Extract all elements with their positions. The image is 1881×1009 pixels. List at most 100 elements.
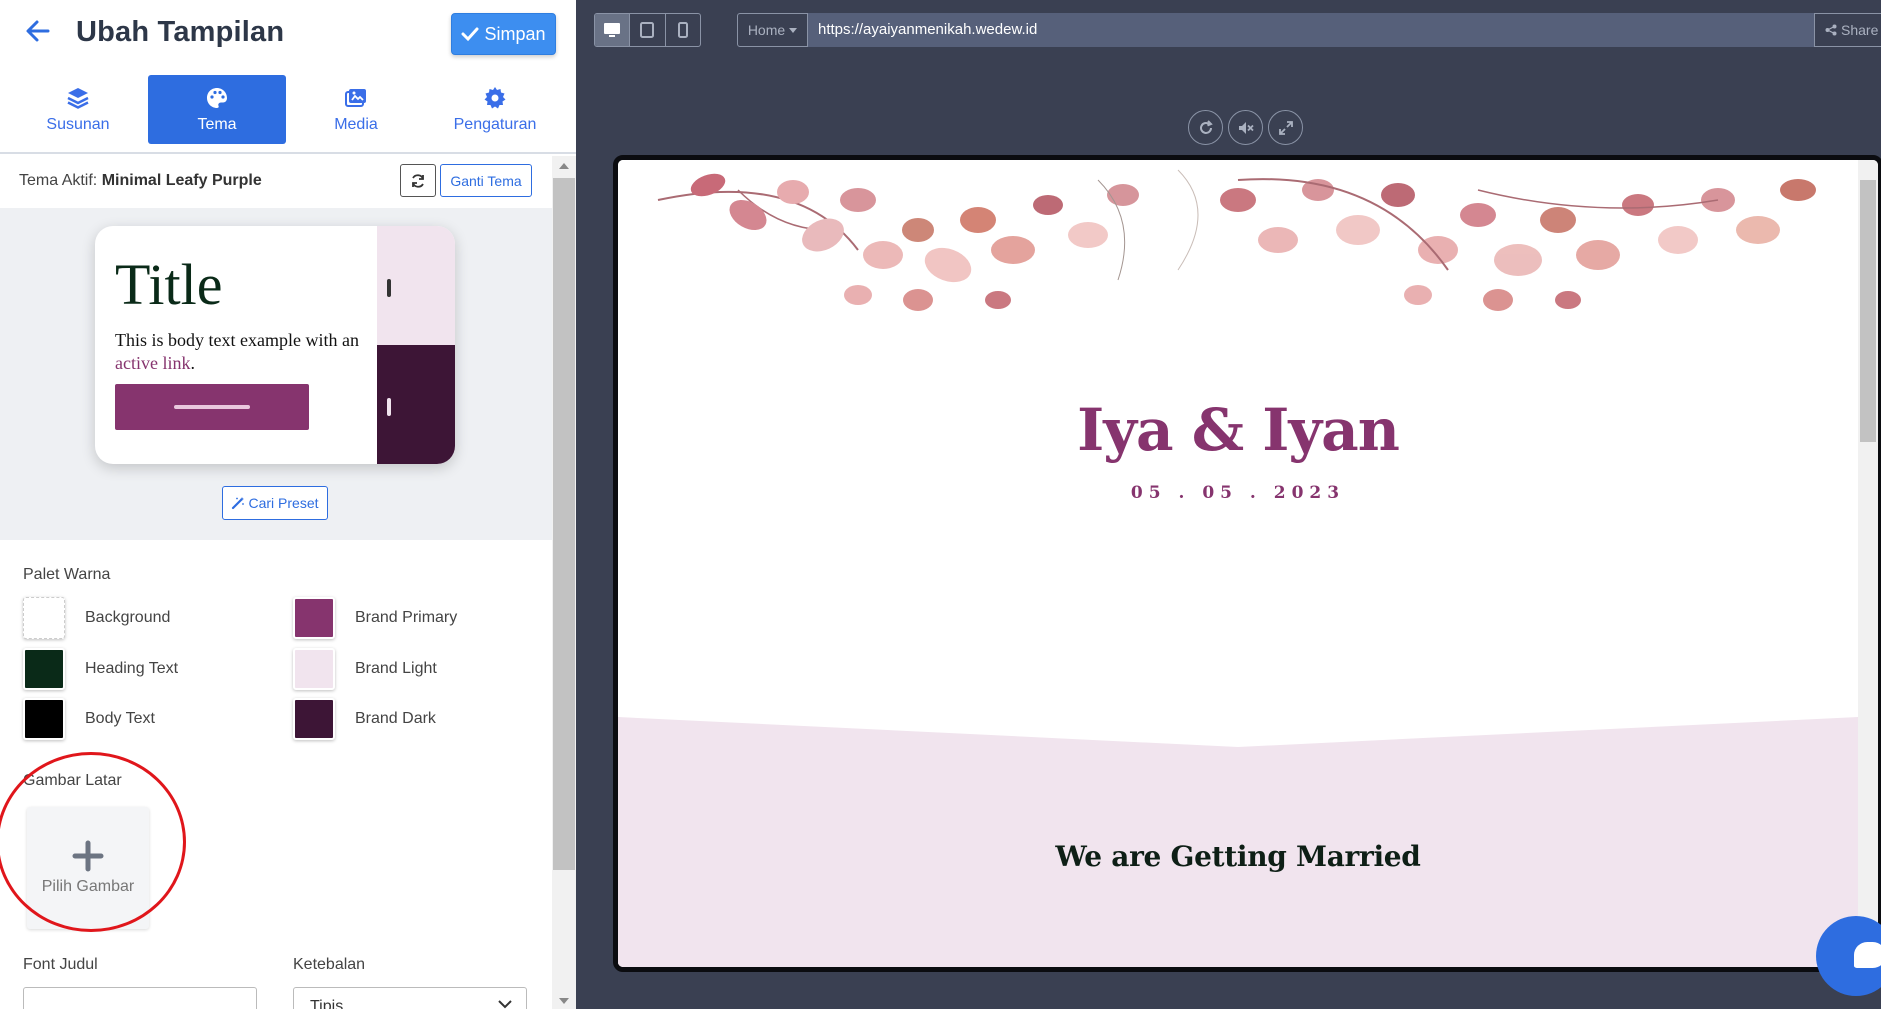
active-theme-name: Minimal Leafy Purple	[101, 172, 262, 189]
tab-pengaturan[interactable]: Pengaturan	[426, 75, 564, 144]
magic-wand-icon	[232, 497, 245, 510]
palette-item-background[interactable]: Background	[23, 597, 170, 639]
pick-image-label: Pilih Gambar	[41, 878, 135, 895]
palette-item-body-text[interactable]: Body Text	[23, 698, 155, 740]
tab-label: Tema	[197, 115, 237, 133]
change-theme-button[interactable]: Ganti Tema	[440, 164, 532, 197]
swatch-heading-text[interactable]	[23, 648, 65, 690]
tablet-icon	[640, 22, 655, 38]
tab-label: Media	[334, 115, 378, 133]
save-button[interactable]: Simpan	[451, 13, 556, 55]
tab-susunan[interactable]: Susunan	[9, 75, 147, 144]
palette-icon	[207, 87, 227, 108]
find-preset-label: Cari Preset	[248, 495, 319, 511]
url-bar[interactable]: https://ayaiyanmenikah.wedew.id	[808, 13, 1814, 47]
pick-image-button[interactable]: Pilih Gambar	[27, 807, 149, 929]
back-arrow-icon[interactable]	[22, 16, 52, 46]
share-button[interactable]: Share	[1814, 13, 1881, 47]
tab-bar: Susunan Tema Media Pengaturan	[0, 75, 576, 144]
mobile-view-button[interactable]	[666, 14, 700, 46]
layers-icon	[67, 87, 89, 109]
swatch-brand-dark[interactable]	[293, 698, 335, 740]
scroll-up-arrow[interactable]	[559, 163, 569, 169]
tab-tema[interactable]: Tema	[148, 75, 286, 144]
active-theme-text: Tema Aktif: Minimal Leafy Purple	[19, 172, 262, 190]
preview-panel: Home https://ayaiyanmenikah.wedew.id Sha…	[576, 0, 1881, 1009]
editor-panel: Ubah Tampilan Simpan Susunan Tema Media …	[0, 0, 576, 1009]
expand-icon	[1278, 120, 1293, 135]
tabs-divider	[0, 152, 576, 154]
preview-controls	[1188, 110, 1303, 145]
swatch-label: Brand Primary	[355, 609, 458, 626]
mute-button[interactable]	[1228, 110, 1263, 145]
palette-item-heading-text[interactable]: Heading Text	[23, 648, 178, 690]
active-theme-row: Tema Aktif: Minimal Leafy Purple Ganti T…	[0, 156, 552, 208]
preview-dark-strip	[377, 345, 455, 464]
swatch-brand-primary[interactable]	[293, 597, 335, 639]
preview-button	[115, 384, 309, 430]
page-select-label: Home	[747, 22, 786, 38]
panel-scrollbar-thumb[interactable]	[553, 178, 575, 870]
tab-media[interactable]: Media	[287, 75, 425, 144]
swatch-label: Brand Light	[355, 660, 437, 677]
swatch-body-text[interactable]	[23, 698, 65, 740]
preview-body-prefix: This is body text example with an	[115, 330, 359, 350]
find-preset-button[interactable]: Cari Preset	[222, 486, 328, 520]
preview-light-strip	[377, 226, 455, 345]
volume-mute-icon	[1238, 121, 1254, 134]
palette-item-brand-light[interactable]: Brand Light	[293, 648, 437, 690]
wedding-date: 05 . 05 . 2023	[1130, 483, 1346, 503]
swatch-background[interactable]	[23, 597, 65, 639]
mobile-icon	[677, 22, 688, 38]
preview-body-suffix: .	[190, 353, 195, 373]
site-preview-frame: Iya & Iyan 05 . 05 . 2023 We are Getting…	[613, 155, 1881, 972]
couple-names: Iya & Iyan	[1077, 396, 1400, 464]
device-switcher	[594, 13, 701, 47]
preview-title: Title	[115, 252, 223, 317]
preview-bar	[387, 398, 391, 416]
panel-header: Ubah Tampilan Simpan	[0, 0, 576, 68]
save-button-label: Simpan	[484, 23, 546, 44]
swatch-label: Heading Text	[85, 660, 179, 677]
scroll-down-arrow[interactable]	[559, 998, 569, 1004]
reload-icon	[1199, 119, 1213, 134]
swatch-brand-light[interactable]	[293, 648, 335, 690]
desktop-view-button[interactable]	[595, 14, 631, 46]
gear-icon	[484, 86, 506, 108]
reload-button[interactable]	[1188, 110, 1223, 145]
fullscreen-button[interactable]	[1268, 110, 1303, 145]
background-image-title: Gambar Latar	[23, 772, 122, 789]
theme-preview-card: Title This is body text example with an …	[95, 226, 455, 464]
chevron-down-icon	[498, 1000, 512, 1009]
floral-header-illustration	[657, 169, 1816, 311]
swatch-label: Body Text	[85, 710, 155, 727]
section-divider	[618, 707, 1858, 747]
font-title-input[interactable]	[23, 987, 257, 1009]
palette-item-brand-dark[interactable]: Brand Dark	[293, 698, 436, 740]
site-scrollbar-thumb[interactable]	[1860, 180, 1876, 442]
page-title: Ubah Tampilan	[76, 16, 285, 48]
weight-select[interactable]: Tipis	[293, 987, 527, 1009]
wedding-site: Iya & Iyan 05 . 05 . 2023 We are Getting…	[618, 160, 1858, 967]
section-heading: We are Getting Married	[1055, 840, 1421, 873]
plus-icon	[72, 840, 104, 872]
chat-icon	[1854, 942, 1881, 968]
tab-label: Pengaturan	[453, 115, 537, 133]
chat-button[interactable]	[1816, 916, 1881, 996]
preview-body-text: This is body text example with an active…	[115, 329, 365, 375]
swatch-label: Background	[85, 609, 171, 626]
palette-item-brand-primary[interactable]: Brand Primary	[293, 597, 457, 639]
check-icon	[461, 27, 479, 42]
share-label: Share	[1841, 22, 1879, 38]
refresh-theme-button[interactable]	[400, 164, 436, 197]
active-theme-label: Tema Aktif:	[19, 172, 98, 189]
font-title-label: Font Judul	[23, 956, 98, 973]
caret-down-icon	[789, 27, 798, 33]
images-icon	[345, 88, 366, 107]
swatch-label: Brand Dark	[355, 710, 436, 727]
theme-preview-area: Title This is body text example with an …	[0, 208, 552, 540]
desktop-icon	[604, 23, 621, 37]
page-select-dropdown[interactable]: Home	[737, 13, 808, 47]
tablet-view-button[interactable]	[630, 14, 666, 46]
palette-title: Palet Warna	[23, 566, 111, 583]
